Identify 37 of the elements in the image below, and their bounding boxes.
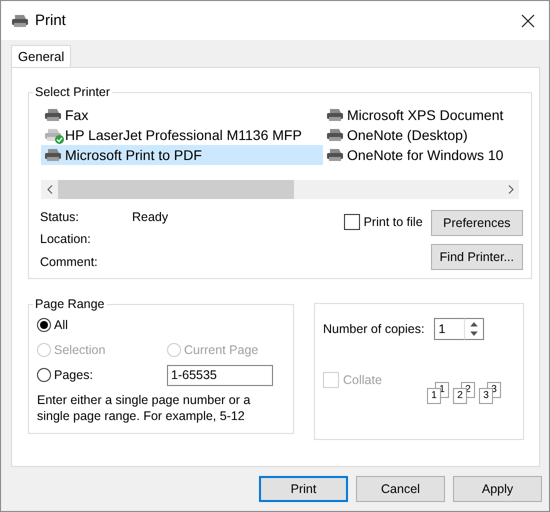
printer-button[interactable]: Find Printer... [430, 244, 523, 270]
dialog-button[interactable]: Apply [453, 476, 542, 502]
printer-icon [326, 108, 344, 122]
radio-button[interactable]: All [37, 318, 68, 332]
printer-item[interactable]: OneNote (Desktop) [323, 125, 523, 145]
group-label: Select Printer [34, 85, 112, 99]
status-label: Location: [40, 232, 92, 248]
status-label: Comment: [40, 254, 99, 270]
group-label: Page Range [34, 297, 106, 311]
dialog-button[interactable]: Cancel [356, 476, 445, 502]
status-label: Status: [40, 210, 80, 226]
printer-button[interactable]: Preferences [430, 210, 523, 236]
horizontal-scrollbar[interactable] [41, 180, 519, 199]
printer-item[interactable]: Fax [41, 105, 323, 125]
page-sheet: 2 [453, 388, 467, 404]
dialog-button[interactable]: Print [259, 476, 348, 502]
status-value: Ready [132, 210, 168, 224]
copies-field[interactable]: 1 [434, 318, 464, 340]
copies-label: Number of copies: [323, 322, 424, 336]
hint-text: Enter either a single page number or a single page range. For example, 5-12 [37, 392, 252, 424]
printer-item[interactable]: Microsoft Print to PDF [41, 145, 323, 165]
printer-item[interactable]: OneNote for Windows 10 [323, 145, 523, 165]
printer-icon [11, 14, 29, 28]
print-to-file-checkbox[interactable]: Print to file [344, 214, 423, 230]
printer-icon [326, 148, 344, 162]
page-sheet: 3 [479, 388, 493, 404]
page-sheet: 1 [427, 388, 441, 404]
printer-icon [44, 108, 62, 122]
pages-field[interactable]: 1-65535 [167, 364, 273, 386]
tab[interactable]: General [11, 45, 72, 67]
printer-icon [44, 148, 62, 162]
window-title: Print [35, 12, 67, 29]
printer-icon [326, 128, 344, 142]
printer-item[interactable]: Microsoft XPS Document [323, 105, 523, 125]
printer-item[interactable]: HP LaserJet Professional M1136 MFP [41, 125, 323, 145]
radio-button[interactable]: Pages: [37, 368, 167, 382]
scrollbar-thumb[interactable] [58, 180, 294, 199]
